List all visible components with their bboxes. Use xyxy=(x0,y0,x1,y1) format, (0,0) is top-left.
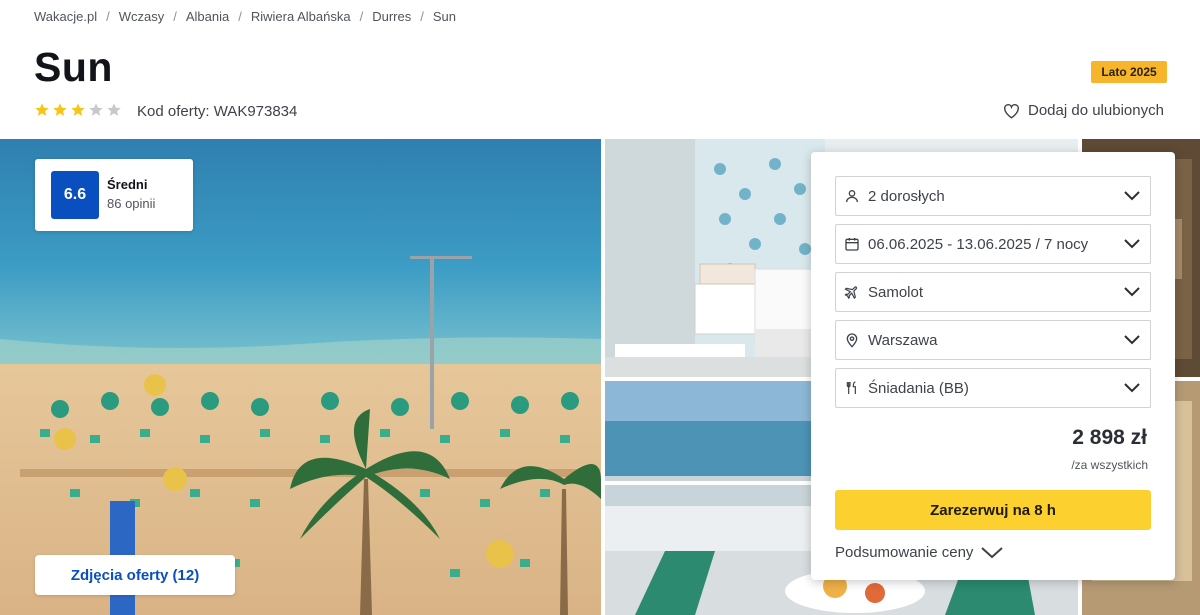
breadcrumb-item-home[interactable]: Wakacje.pl xyxy=(34,9,97,24)
travelers-value: 2 dorosłych xyxy=(868,187,945,205)
location-pin-icon xyxy=(846,333,858,348)
favorites-label: Dodaj do ulubionych xyxy=(1028,102,1164,119)
travelers-select[interactable]: 2 dorosłych xyxy=(835,176,1151,216)
booking-panel: 2 dorosłych 06.06.2025 - 13.06.2025 / 7 … xyxy=(811,152,1175,580)
chevron-down-icon xyxy=(1124,383,1140,393)
add-to-favorites-button[interactable]: Dodaj do ulubionych xyxy=(1003,102,1164,119)
star-rating xyxy=(34,102,122,118)
breadcrumb: Wakacje.pl / Wczasy / Albania / Riwiera … xyxy=(34,9,456,24)
chevron-down-icon xyxy=(981,546,1004,558)
breadcrumb-separator: / xyxy=(238,9,242,24)
star-icon xyxy=(35,103,49,116)
breadcrumb-item-current[interactable]: Sun xyxy=(433,9,456,24)
photo-beach[interactable]: 6.6 Średni 86 opinii Zdjęcia oferty (12) xyxy=(0,139,601,615)
rating-score: 6.6 xyxy=(51,171,99,219)
season-badge: Lato 2025 xyxy=(1091,61,1167,83)
star-icon xyxy=(53,103,67,116)
price-summary-label: Podsumowanie ceny xyxy=(835,544,974,561)
breadcrumb-item-wczasy[interactable]: Wczasy xyxy=(119,9,165,24)
breadcrumb-item-city[interactable]: Durres xyxy=(372,9,411,24)
heart-icon xyxy=(1004,103,1019,119)
departure-city-select[interactable]: Warszawa xyxy=(835,320,1151,360)
chevron-down-icon xyxy=(1124,191,1140,201)
star-icon xyxy=(107,103,121,116)
transport-select[interactable]: Samolot xyxy=(835,272,1151,312)
chevron-down-icon xyxy=(1124,287,1140,297)
price-note: /za wszystkich xyxy=(1071,458,1148,472)
breadcrumb-separator: / xyxy=(173,9,177,24)
breadcrumb-separator: / xyxy=(420,9,424,24)
photos-button[interactable]: Zdjęcia oferty (12) xyxy=(35,555,235,595)
cutlery-icon xyxy=(846,381,856,394)
rating-card[interactable]: 6.6 Średni 86 opinii xyxy=(35,159,193,231)
calendar-icon xyxy=(845,238,859,251)
star-icon xyxy=(71,103,85,116)
airplane-icon xyxy=(844,286,858,300)
board-select[interactable]: Śniadania (BB) xyxy=(835,368,1151,408)
person-icon xyxy=(846,190,858,203)
breadcrumb-separator: / xyxy=(106,9,110,24)
transport-value: Samolot xyxy=(868,283,924,301)
departure-city-value: Warszawa xyxy=(868,331,938,349)
breadcrumb-item-region[interactable]: Riwiera Albańska xyxy=(251,9,351,24)
rating-label: Średni xyxy=(107,177,148,192)
page-title: Sun xyxy=(34,44,113,90)
chevron-down-icon xyxy=(1124,335,1140,345)
dates-value: 06.06.2025 - 13.06.2025 / 7 nocy xyxy=(868,235,1089,253)
reserve-button[interactable]: Zarezerwuj na 8 h xyxy=(835,490,1151,530)
total-price: 2 898 zł xyxy=(1072,426,1147,449)
breadcrumb-item-country[interactable]: Albania xyxy=(186,9,229,24)
offer-code: Kod oferty: WAK973834 xyxy=(137,103,298,120)
review-count[interactable]: 86 opinii xyxy=(107,196,155,211)
board-value: Śniadania (BB) xyxy=(868,379,969,397)
dates-select[interactable]: 06.06.2025 - 13.06.2025 / 7 nocy xyxy=(835,224,1151,264)
chevron-down-icon xyxy=(1124,239,1140,249)
breadcrumb-separator: / xyxy=(359,9,364,24)
star-icon xyxy=(89,103,103,116)
price-summary-toggle[interactable]: Podsumowanie ceny xyxy=(835,544,1004,561)
